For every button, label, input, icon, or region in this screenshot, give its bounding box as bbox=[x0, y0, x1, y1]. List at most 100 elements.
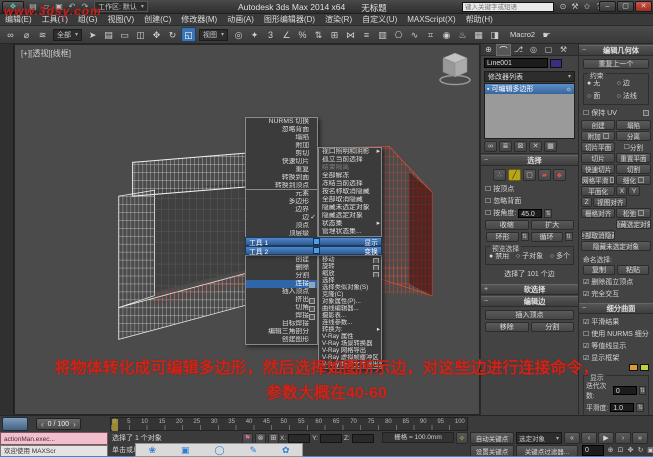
y-field[interactable] bbox=[320, 434, 342, 443]
capture-window-icon[interactable]: ▣ bbox=[181, 445, 190, 456]
maximize-button[interactable]: ▢ bbox=[617, 1, 634, 12]
geometry-button[interactable]: 快速切片 bbox=[581, 164, 615, 174]
selection-rollout-header[interactable]: − 选择 bbox=[481, 155, 578, 166]
quad-menu-item[interactable]: 顶点 bbox=[246, 222, 317, 230]
quad-menu-item[interactable]: 冻结当前选择 bbox=[319, 180, 381, 188]
quad-menu-item[interactable]: 附加 bbox=[246, 142, 317, 150]
quad-menu-item[interactable]: 创建图形 bbox=[246, 336, 317, 344]
modifier-list-dropdown[interactable]: 修改器列表 ▾ bbox=[484, 71, 575, 82]
geometry-checkbox[interactable]: 删除孤立顶点 bbox=[581, 276, 651, 288]
pan-icon[interactable]: ✥ bbox=[626, 445, 635, 456]
maximize-viewport-icon[interactable]: ▣ bbox=[646, 445, 653, 456]
geometry-button[interactable]: 隐藏选定对象 bbox=[616, 219, 650, 229]
geometry-button[interactable]: 切片平面 bbox=[581, 142, 615, 152]
rotate-icon[interactable]: ↻ bbox=[165, 27, 180, 42]
geometry-button[interactable]: 网格平滑 bbox=[581, 175, 615, 185]
key-mode-dropdown[interactable]: 选定对象 ▾ bbox=[516, 432, 562, 444]
geometry-button[interactable]: X bbox=[616, 186, 627, 196]
auto-key-button[interactable]: 自动关键点 bbox=[470, 432, 514, 444]
quad-menu-item[interactable]: 孤立当前选择 bbox=[319, 156, 381, 164]
pivot-icon[interactable]: ◎ bbox=[231, 27, 246, 42]
viewcube[interactable] bbox=[435, 49, 475, 87]
spinner-snap-icon[interactable]: ⇅ bbox=[311, 27, 326, 42]
go-start-icon[interactable]: « bbox=[564, 432, 580, 444]
create-tab[interactable]: ⊕ bbox=[481, 44, 496, 56]
window-crossing-icon[interactable]: ◫ bbox=[133, 27, 148, 42]
menu-item[interactable]: 帮助(H) bbox=[461, 14, 498, 25]
render-setup-icon[interactable]: ♨ bbox=[455, 27, 470, 42]
quad-menu-item[interactable]: 克隆(C) bbox=[319, 291, 381, 298]
ring-button[interactable]: 环形 bbox=[486, 232, 518, 242]
geometry-button[interactable]: 视图对齐 bbox=[593, 197, 627, 207]
stamp-icon[interactable]: ❀ bbox=[148, 445, 156, 456]
next-frame-arrow-icon[interactable]: › bbox=[73, 420, 76, 429]
minimize-button[interactable]: – bbox=[599, 1, 616, 12]
geometry-button[interactable]: 松弛 bbox=[616, 208, 650, 218]
quad-menu-item[interactable]: 快速切片 bbox=[246, 158, 317, 166]
viewport-label[interactable]: [+][透视][线框] bbox=[21, 48, 71, 59]
z-field[interactable] bbox=[352, 434, 374, 443]
snap-toggle-icon[interactable]: 3 bbox=[263, 27, 278, 42]
geometry-button[interactable]: 分割 bbox=[616, 142, 650, 152]
shrink-button[interactable]: 收缩 bbox=[485, 220, 529, 230]
quad-menu-item[interactable]: 摄影表... bbox=[319, 312, 381, 319]
graphite-icon[interactable]: ⎔ bbox=[391, 27, 406, 42]
geometry-button[interactable]: 平面化 bbox=[581, 186, 615, 196]
time-slider[interactable]: ‹ 0 / 100 › bbox=[36, 418, 81, 430]
edit-edges-rollout-header[interactable]: − 编辑边 bbox=[481, 296, 578, 307]
rect-region-icon[interactable]: ▭ bbox=[117, 27, 132, 42]
menu-item[interactable]: 视图(V) bbox=[102, 14, 139, 25]
constraint-radio[interactable]: 边 bbox=[617, 78, 644, 88]
subdivision-rollout-header[interactable]: − 细分曲面 bbox=[579, 303, 653, 314]
display-tab[interactable]: ▢ bbox=[541, 44, 556, 56]
quad-menu-item[interactable]: 忽略背面 bbox=[246, 126, 317, 134]
utilities-tab[interactable]: ⚒ bbox=[556, 44, 571, 56]
star-icon[interactable]: ✩ bbox=[582, 1, 592, 12]
preserve-uv-checkbox[interactable]: 保持 UV bbox=[583, 108, 617, 118]
preview-radio[interactable]: 多个 bbox=[550, 251, 570, 261]
maxscript-listener-line[interactable]: actionMan.exec... bbox=[0, 432, 108, 445]
quad-menu-item[interactable]: 元素 bbox=[246, 190, 317, 198]
angle-value-field[interactable]: 45.0 bbox=[518, 209, 542, 218]
quad-menu-item[interactable]: 管理状态集... bbox=[319, 228, 381, 236]
quad-menu-item[interactable]: 旋转 bbox=[319, 263, 381, 270]
set-key-icon[interactable]: ✧ bbox=[456, 432, 468, 444]
quad-menu-item[interactable]: 对象属性(P)... bbox=[319, 298, 381, 305]
rendered-frame-icon[interactable]: ▦ bbox=[471, 27, 486, 42]
quad-menu-item[interactable]: 转换为: bbox=[319, 326, 381, 333]
quad-menu-item[interactable]: 视口照明和阴影 bbox=[319, 148, 381, 156]
by-vertex-checkbox[interactable]: 按顶点 bbox=[485, 184, 514, 194]
geometry-button[interactable]: 附加 bbox=[581, 131, 615, 141]
quad-menu-item[interactable]: 按名称取消隐藏 bbox=[319, 188, 381, 196]
prev-frame-icon[interactable]: ‹ bbox=[581, 432, 597, 444]
workspace-dropdown[interactable]: 工作区: 默认 ▾ bbox=[94, 1, 148, 12]
go-end-icon[interactable]: » bbox=[632, 432, 648, 444]
menu-item[interactable]: 图形编辑器(D) bbox=[259, 14, 320, 25]
curve-editor-icon[interactable]: ∿ bbox=[407, 27, 422, 42]
remove-button[interactable]: 移除 bbox=[485, 322, 529, 332]
menu-item[interactable]: 创建(C) bbox=[139, 14, 176, 25]
geometry-button[interactable]: 细化 bbox=[616, 175, 650, 185]
hierarchy-tab[interactable]: ⎇ bbox=[511, 44, 526, 56]
subdivision-checkbox[interactable]: 使用 NURMS 细分 bbox=[581, 328, 651, 340]
polygon-mode-icon[interactable]: ▰ bbox=[538, 169, 551, 181]
render-icon[interactable]: ◨ bbox=[487, 27, 502, 42]
bind-spacewarp-icon[interactable]: ≋ bbox=[35, 27, 50, 42]
quad-menu-item[interactable]: 选择类似对象(S) bbox=[319, 284, 381, 291]
settings-icon[interactable]: ✿ bbox=[282, 445, 290, 456]
split-button[interactable]: 分割 bbox=[531, 322, 575, 332]
geometry-button[interactable]: 创建 bbox=[581, 120, 615, 130]
quad-menu-item[interactable]: NURMS 切换 bbox=[246, 118, 317, 126]
menu-item[interactable]: MAXScript(X) bbox=[402, 15, 460, 24]
geometry-button[interactable]: 栅格对齐 bbox=[581, 208, 615, 218]
quad-menu-item[interactable]: 连接 bbox=[246, 280, 317, 288]
selection-filter-dropdown[interactable]: 全部 ▾ bbox=[53, 29, 82, 41]
subdivision-checkbox[interactable]: 平滑结果 bbox=[581, 316, 651, 328]
mirror-icon[interactable]: ⋈ bbox=[343, 27, 358, 42]
select-by-name-icon[interactable]: ▤ bbox=[101, 27, 116, 42]
quad-menu-item[interactable]: 隐藏选定对象 bbox=[319, 212, 381, 220]
stack-item-editable-poly[interactable]: ▪ 可编辑多边形 ☼ bbox=[485, 84, 574, 94]
geometry-checkbox[interactable]: 完全交互 bbox=[581, 288, 651, 300]
quad-menu-item[interactable]: 隐藏未选定对象 bbox=[319, 204, 381, 212]
quad-menu-item[interactable]: 转换到面 bbox=[246, 174, 317, 182]
